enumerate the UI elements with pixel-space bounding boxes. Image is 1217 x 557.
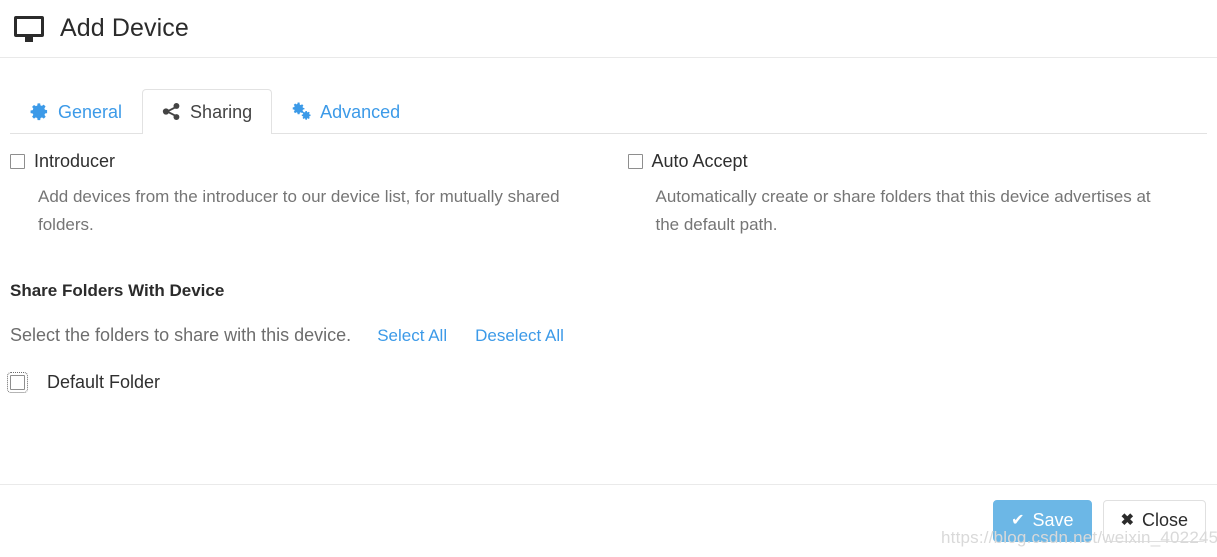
monitor-stand [25,36,33,42]
deselect-all-link[interactable]: Deselect All [475,326,564,346]
gear-icon [30,102,49,121]
default-folder-checkbox[interactable] [7,372,28,394]
auto-accept-column: Auto Accept Automatically create or shar… [609,152,1208,238]
options-row: Introducer Add devices from the introduc… [10,152,1207,238]
share-folders-heading: Share Folders With Device [10,281,225,301]
tab-sharing-label: Sharing [190,101,253,122]
tab-advanced-label: Advanced [320,101,401,122]
auto-accept-checkbox[interactable] [627,153,643,169]
tab-general-label: General [58,101,123,122]
tab-sharing[interactable]: Sharing [142,89,273,134]
cogs-icon [292,102,311,121]
close-icon: ✖ [1120,511,1134,529]
page-title: Add Device [60,14,189,42]
auto-accept-checkbox-row[interactable]: Auto Accept [627,151,1208,171]
select-all-link[interactable]: Select All [377,326,447,346]
auto-accept-help-text: Automatically create or share folders th… [655,187,1151,234]
tab-general[interactable]: General [10,89,142,134]
modal-body: Introducer Add devices from the introduc… [0,134,1217,394]
folder-list-item[interactable]: Default Folder [7,372,1207,394]
monitor-icon [14,15,44,42]
save-button[interactable]: ✔ Save [993,500,1092,542]
introducer-column: Introducer Add devices from the introduc… [10,152,609,238]
modal-footer: ✔ Save ✖ Close [0,484,1217,557]
auto-accept-label: Auto Accept [651,151,748,171]
modal-header: Add Device [0,0,1217,58]
introducer-checkbox-row[interactable]: Introducer [10,152,609,170]
introducer-checkbox[interactable] [10,153,25,169]
share-folders-controls: Select the folders to share with this de… [10,325,1207,346]
check-icon: ✔ [1011,511,1025,529]
tabs-container: General Sharing Advanced [0,58,1217,134]
close-button[interactable]: ✖ Close [1102,500,1206,542]
tab-advanced[interactable]: Advanced [272,89,420,134]
default-folder-label: Default Folder [47,372,161,393]
share-alt-icon [162,102,181,121]
save-button-label: Save [1032,510,1074,531]
introducer-label: Introducer [34,151,116,171]
share-folders-hint: Select the folders to share with this de… [10,325,352,346]
close-button-label: Close [1141,510,1188,531]
tab-list: General Sharing Advanced [10,84,1207,134]
monitor-screen [14,15,44,37]
introducer-help-text: Add devices from the introducer to our d… [38,187,560,234]
